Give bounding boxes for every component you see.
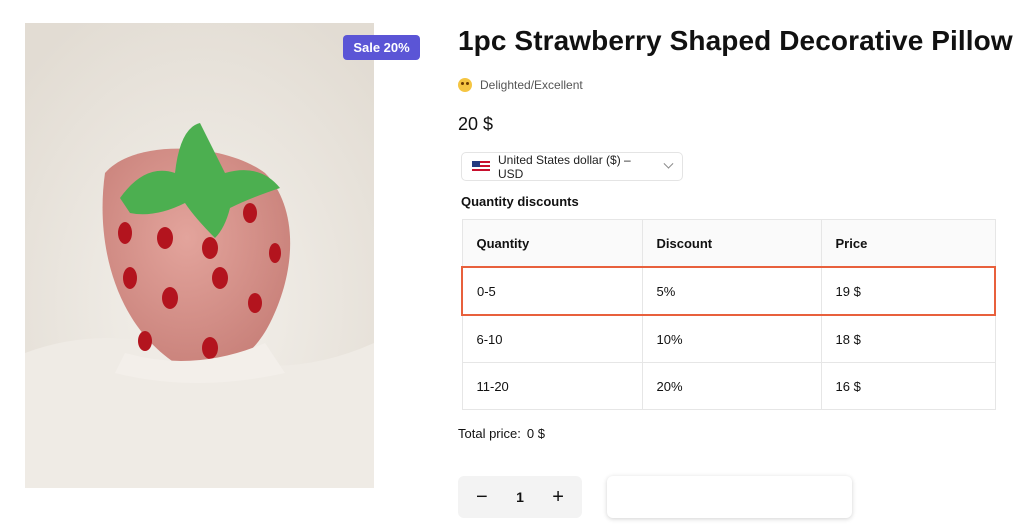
column-header-price: Price [820,219,996,268]
currency-selector[interactable]: United States dollar ($) – USD [461,152,683,181]
quantity-stepper[interactable]: − 1 + [458,476,582,518]
decrease-quantity-button[interactable]: − [476,487,488,507]
quantity-value[interactable]: 1 [516,489,524,505]
discount-cell: 10% [641,314,822,363]
table-row[interactable]: 11-20 20% 16 $ [461,362,996,410]
rating: Delighted/Excellent [458,76,583,94]
quantity-discounts-title: Quantity discounts [461,194,579,209]
discount-cell: 20% [641,362,822,410]
sale-badge: Sale 20% [343,35,420,60]
price-cell: 16 $ [820,362,996,410]
chevron-down-icon [663,158,674,169]
product-image [25,23,374,488]
total-price-label: Total price: [458,426,521,441]
currency-label: United States dollar ($) – USD [498,152,631,181]
rating-label: Delighted/Excellent [480,78,583,92]
discount-cell: 5% [641,266,822,316]
product-title: 1pc Strawberry Shaped Decorative Pillow [458,25,1013,56]
quantity-cell: 6-10 [461,314,643,363]
add-to-cart-button[interactable] [607,476,852,518]
column-header-quantity: Quantity [461,219,643,268]
quantity-cell: 0-5 [461,266,643,316]
table-row[interactable]: 0-5 5% 19 $ [461,266,996,316]
table-header-row: Quantity Discount Price [461,219,996,268]
price-cell: 18 $ [820,314,996,363]
product-price: 20 $ [458,114,494,134]
table-row[interactable]: 6-10 10% 18 $ [461,314,996,363]
column-header-discount: Discount [641,219,822,268]
quantity-cell: 11-20 [461,362,643,410]
strawberry-pillow-illustration [25,23,374,488]
increase-quantity-button[interactable]: + [552,487,564,507]
us-flag-icon [472,160,490,173]
total-price-value: 0 $ [526,426,545,441]
price-cell: 19 $ [820,266,996,316]
delighted-face-icon [458,78,472,92]
total-price: Total price: 0 $ [458,426,545,441]
quantity-discounts-table: Quantity Discount Price 0-5 5% 19 $ 6-10… [461,219,996,410]
